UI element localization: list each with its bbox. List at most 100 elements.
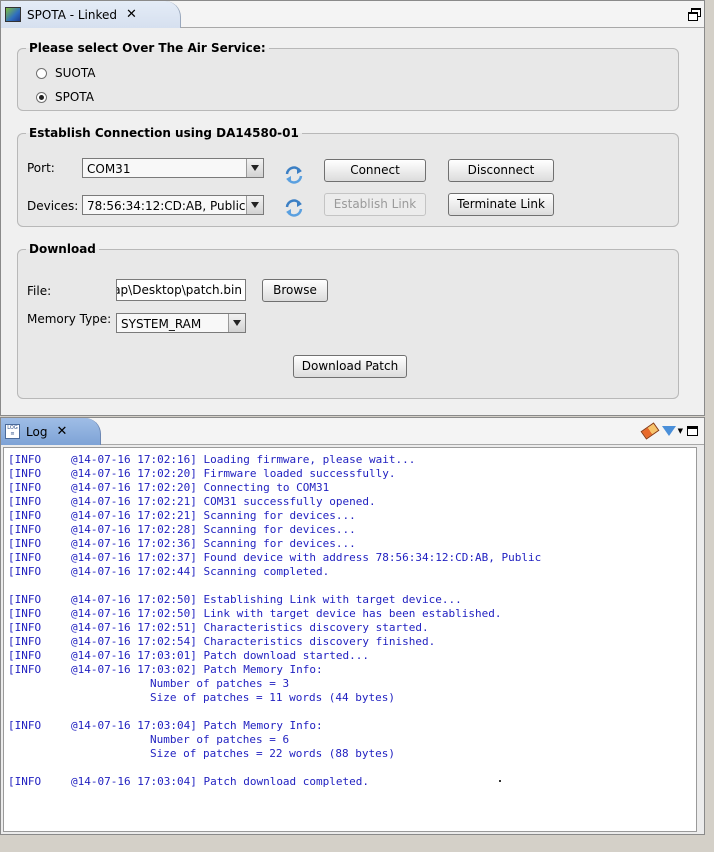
log-line: [INFO @14-07-16 17:02:37] Found device wi… [8, 551, 541, 565]
log-level: [INFO [8, 663, 42, 676]
log-line: [INFO @14-07-16 17:02:51] Characteristics… [8, 621, 429, 635]
log-timestamp: @14-07-16 17:02:36] [71, 537, 197, 550]
download-patch-button[interactable]: Download Patch [293, 355, 407, 378]
maximize-icon[interactable] [687, 426, 698, 436]
port-select[interactable]: COM31 [82, 158, 264, 178]
ota-service-group: Please select Over The Air Service: [17, 41, 679, 111]
clear-log-icon[interactable] [640, 422, 660, 440]
log-level: [INFO [8, 719, 42, 732]
tab-title: SPOTA - Linked [27, 7, 118, 22]
log-line: [INFO @14-07-16 17:03:04] Patch Memory In… [8, 719, 323, 733]
log-message: Patch download completed. [196, 775, 370, 788]
spota-radio[interactable]: SPOTA [36, 90, 94, 104]
devices-value: 78:56:34:12:CD:AB, Public [87, 199, 246, 213]
filter-icon[interactable] [661, 426, 676, 436]
download-legend: Download [29, 242, 96, 256]
log-message: Characteristics discovery started. [196, 621, 429, 634]
log-line: [INFO @14-07-16 17:02:21] COM31 successfu… [8, 495, 376, 509]
log-timestamp: @14-07-16 17:02:44] [71, 565, 197, 578]
log-timestamp: @14-07-16 17:03:01] [71, 649, 197, 662]
spota-view: SPOTA - Linked ✕ Please select Over The … [0, 0, 705, 416]
log-line: [INFO @14-07-16 17:03:02] Patch Memory In… [8, 663, 323, 677]
log-timestamp: @14-07-16 17:02:20] [71, 467, 197, 480]
log-message: Link with target device has been establi… [196, 607, 502, 620]
browse-button[interactable]: Browse [262, 279, 328, 302]
log-detail-text: Size of patches = 11 words (44 bytes) [150, 691, 396, 704]
log-icon: LOG ≡ [5, 424, 20, 439]
log-tab-bar: LOG ≡ Log ✕ ▼ [1, 418, 704, 445]
log-detail-line: Number of patches = 6 [150, 733, 289, 747]
restore-icon[interactable] [688, 8, 701, 21]
log-level: [INFO [8, 593, 42, 606]
log-level: [INFO [8, 551, 42, 564]
log-line: [INFO @14-07-16 17:03:04] Patch download … [8, 775, 369, 789]
suota-radio[interactable]: SUOTA [36, 66, 95, 80]
refresh-devices-icon[interactable] [284, 198, 304, 218]
log-timestamp: @14-07-16 17:02:20] [71, 481, 197, 494]
log-line: [INFO @14-07-16 17:02:21] Scanning for de… [8, 509, 356, 523]
refresh-ports-icon[interactable] [284, 165, 304, 185]
log-timestamp: @14-07-16 17:03:04] [71, 775, 197, 788]
tab-spota-linked[interactable]: SPOTA - Linked ✕ [1, 1, 181, 28]
log-detail-line: Number of patches = 3 [150, 677, 289, 691]
log-message: Loading firmware, please wait... [196, 453, 416, 466]
log-line: [INFO @14-07-16 17:02:50] Link with targe… [8, 607, 501, 621]
log-detail-text: Size of patches = 22 words (88 bytes) [150, 747, 396, 760]
spota-radio-label: SPOTA [55, 90, 94, 104]
cursor-dot [499, 780, 501, 782]
log-timestamp: @14-07-16 17:02:21] [71, 495, 197, 508]
view-menu-icon[interactable]: ▼ [678, 427, 683, 435]
memory-type-label: Memory Type: [27, 312, 112, 326]
log-message: Firmware loaded successfully. [196, 467, 396, 480]
log-timestamp: @14-07-16 17:02:50] [71, 593, 197, 606]
log-line: [INFO @14-07-16 17:02:36] Scanning for de… [8, 537, 356, 551]
log-message: Patch Memory Info: [196, 663, 323, 676]
chevron-down-icon[interactable] [228, 314, 245, 332]
log-line: [INFO @14-07-16 17:03:01] Patch download … [8, 649, 369, 663]
log-line: [INFO @14-07-16 17:02:50] Establishing Li… [8, 593, 462, 607]
log-detail-text: Number of patches = 3 [150, 677, 290, 690]
log-message: Connecting to COM31 [196, 481, 330, 494]
log-level: [INFO [8, 523, 42, 536]
close-icon[interactable]: ✕ [126, 8, 137, 21]
spota-tab-bar: SPOTA - Linked ✕ [1, 1, 704, 28]
log-toolbar: ▼ [640, 422, 698, 440]
log-timestamp: @14-07-16 17:02:21] [71, 509, 197, 522]
bottom-strip [0, 835, 714, 852]
chevron-down-icon[interactable] [246, 159, 263, 177]
port-value: COM31 [87, 162, 131, 176]
log-message: Scanning for devices... [196, 523, 356, 536]
memory-type-select[interactable]: SYSTEM_RAM [116, 313, 246, 333]
port-label: Port: [27, 161, 55, 175]
log-line: [INFO @14-07-16 17:02:54] Characteristics… [8, 635, 435, 649]
log-message: Scanning completed. [196, 565, 330, 578]
log-timestamp: @14-07-16 17:02:37] [71, 551, 197, 564]
log-level: [INFO [8, 453, 42, 466]
log-level: [INFO [8, 467, 42, 480]
log-line: [INFO @14-07-16 17:02:44] Scanning comple… [8, 565, 329, 579]
log-detail-line: Size of patches = 22 words (88 bytes) [150, 747, 395, 761]
devices-label: Devices: [27, 199, 79, 213]
log-timestamp: @14-07-16 17:02:50] [71, 607, 197, 620]
devices-select[interactable]: 78:56:34:12:CD:AB, Public [82, 195, 264, 215]
terminate-link-button[interactable]: Terminate Link [448, 193, 554, 216]
radio-unchecked-icon[interactable] [36, 67, 47, 79]
log-level: [INFO [8, 775, 42, 788]
radio-checked-icon[interactable] [36, 91, 47, 103]
file-path-field[interactable]: pap\Desktop\patch.bin [116, 279, 246, 301]
log-timestamp: @14-07-16 17:02:54] [71, 635, 197, 648]
memory-type-value: SYSTEM_RAM [121, 317, 202, 331]
log-timestamp: @14-07-16 17:03:02] [71, 663, 197, 676]
log-output[interactable]: [INFO @14-07-16 17:02:16] Loading firmwar… [3, 447, 697, 832]
log-detail-line: Size of patches = 11 words (44 bytes) [150, 691, 395, 705]
connect-button[interactable]: Connect [324, 159, 426, 182]
log-message: Establishing Link with target device... [196, 593, 462, 606]
tab-log[interactable]: LOG ≡ Log ✕ [1, 418, 101, 445]
disconnect-button[interactable]: Disconnect [448, 159, 554, 182]
log-message: Characteristics discovery finished. [196, 635, 436, 648]
chevron-down-icon[interactable] [246, 196, 263, 214]
log-line: [INFO @14-07-16 17:02:20] Connecting to C… [8, 481, 329, 495]
file-label: File: [27, 284, 52, 298]
establish-link-button[interactable]: Establish Link [324, 193, 426, 216]
close-icon[interactable]: ✕ [56, 425, 67, 438]
